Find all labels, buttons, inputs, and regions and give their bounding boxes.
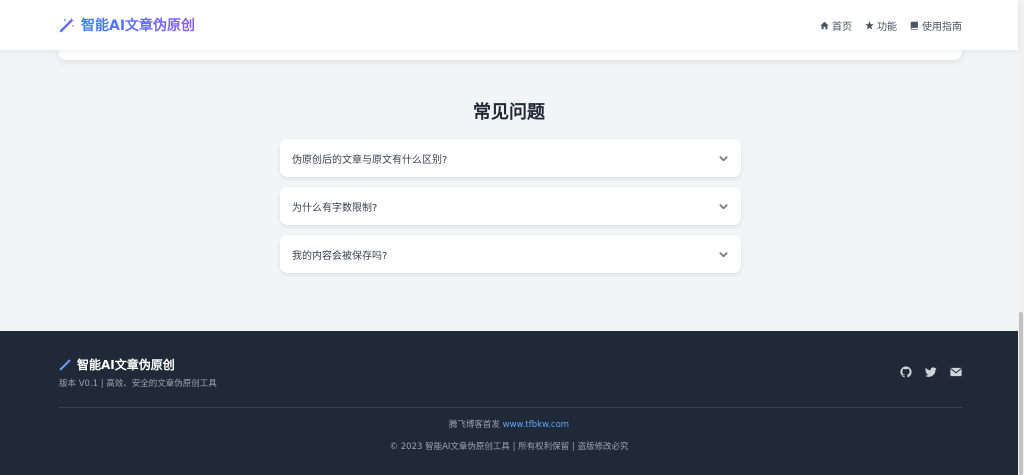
footer-credit: 腾飞博客首发 www.tfbkw.com [0,418,1018,430]
chevron-down-icon [719,203,728,209]
credit-prefix: 腾飞博客首发 [448,420,500,430]
book-icon [910,21,918,30]
nav-label-features: 功能 [877,22,897,33]
scrollbar-track[interactable] [1018,0,1024,475]
faq-question: 我的内容会被保存吗? [292,250,388,262]
star-icon [865,21,874,30]
faq-title: 常见问题 [473,102,545,123]
nav-label-guide: 使用指南 [922,22,962,33]
faq-item[interactable]: 为什么有字数限制? [280,187,741,225]
nav-link-guide[interactable]: 使用指南 [910,18,962,33]
nav-label-home: 首页 [832,22,852,33]
credit-link[interactable]: www.tfbkw.com [503,420,569,430]
envelope-icon[interactable] [950,367,962,377]
scrollbar-thumb[interactable] [1019,312,1023,475]
magic-wand-icon [59,358,72,371]
social-links [900,366,962,378]
twitter-icon[interactable] [925,366,937,378]
footer-brand-name: 智能AI文章伪原创 [77,358,175,372]
brand-logo[interactable]: 智能AI文章伪原创 [59,15,195,35]
nav-link-home[interactable]: 首页 [820,18,852,33]
footer-version: 版本 V0.1 | 高效、安全的文章伪原创工具 [59,379,217,389]
brand-name: 智能AI文章伪原创 [81,15,195,35]
footer-brand: 智能AI文章伪原创 [59,356,175,373]
chevron-down-icon [719,155,728,161]
home-icon [820,21,829,30]
footer: 智能AI文章伪原创 版本 V0.1 | 高效、安全的文章伪原创工具 腾飞博客首发… [0,331,1018,475]
nav-link-features[interactable]: 功能 [865,18,897,33]
faq-question: 伪原创后的文章与原文有什么区别? [292,154,448,166]
nav-links: 首页 功能 使用指南 [820,18,962,33]
faq-question: 为什么有字数限制? [292,202,378,214]
footer-divider [59,407,962,408]
faq-item[interactable]: 我的内容会被保存吗? [280,235,741,273]
github-icon[interactable] [900,366,912,378]
footer-copyright: © 2023 智能AI文章伪原创工具 | 所有权利保留 | 盗版修改必究 [389,442,629,452]
top-navbar: 智能AI文章伪原创 首页 功能 使用指南 [0,0,1018,50]
faq-item[interactable]: 伪原创后的文章与原文有什么区别? [280,139,741,177]
magic-wand-icon [59,18,74,33]
chevron-down-icon [719,251,728,257]
